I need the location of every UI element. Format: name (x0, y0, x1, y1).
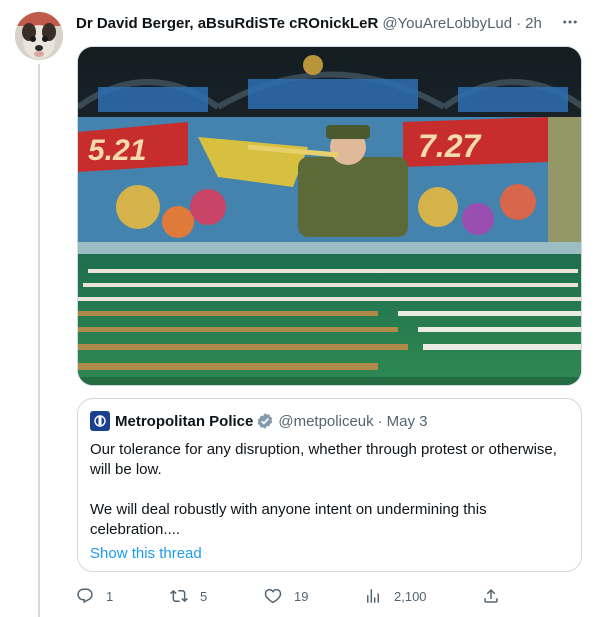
like-button[interactable]: 19 (264, 584, 308, 608)
retweet-button[interactable]: 5 (170, 584, 207, 608)
met-police-logo-icon (90, 411, 110, 431)
views-count: 2,100 (394, 588, 427, 604)
show-thread-link[interactable]: Show this thread (90, 545, 202, 562)
tweet-header: Dr David Berger, aBsuRdiSTe cROnickLeR @… (76, 13, 578, 33)
quoted-paragraph-2: We will deal robustly with anyone intent… (90, 501, 487, 538)
reply-button[interactable]: 1 (76, 584, 113, 608)
quoted-paragraph-1: Our tolerance for any disruption, whethe… (90, 441, 557, 478)
mosaic-text-left: 5.21 (88, 134, 146, 167)
like-count: 19 (294, 588, 309, 604)
tweet-time[interactable]: 2h (525, 15, 542, 32)
heart-icon (264, 588, 282, 604)
author-handle[interactable]: @YouAreLobbyLud (382, 15, 512, 32)
analytics-icon (367, 589, 379, 603)
more-dots-icon (563, 20, 577, 24)
mass-games-photo: 5.21 7.27 (78, 47, 581, 385)
reply-icon (77, 588, 93, 604)
tweet-actions: 1 5 19 2,100 (76, 584, 506, 608)
separator-dot: · (516, 14, 522, 32)
dog-avatar-image (15, 12, 63, 60)
separator-dot: · (377, 412, 383, 430)
retweet-count: 5 (200, 588, 208, 604)
share-icon (484, 588, 498, 603)
retweet-icon (170, 589, 188, 603)
quoted-author-handle[interactable]: @metpoliceuk (278, 413, 373, 430)
reply-count: 1 (106, 588, 114, 604)
quoted-tweet-header: Metropolitan Police @metpoliceuk · May 3 (90, 411, 569, 431)
mosaic-text-right: 7.27 (418, 128, 482, 164)
share-button[interactable] (482, 584, 500, 608)
avatar[interactable] (15, 12, 63, 60)
quoted-tweet[interactable]: Metropolitan Police @metpoliceuk · May 3… (77, 398, 582, 572)
views-button[interactable]: 2,100 (364, 584, 427, 608)
quoted-tweet-time[interactable]: May 3 (387, 413, 428, 430)
more-options-button[interactable] (556, 10, 584, 34)
thread-line (38, 64, 40, 617)
verified-badge-icon (258, 413, 273, 429)
quoted-tweet-text: Our tolerance for any disruption, whethe… (90, 440, 569, 540)
author-name[interactable]: Dr David Berger, aBsuRdiSTe cROnickLeR (76, 15, 378, 32)
quoted-author-name[interactable]: Metropolitan Police (115, 413, 253, 430)
tweet-media-image[interactable]: 5.21 7.27 (77, 46, 582, 386)
